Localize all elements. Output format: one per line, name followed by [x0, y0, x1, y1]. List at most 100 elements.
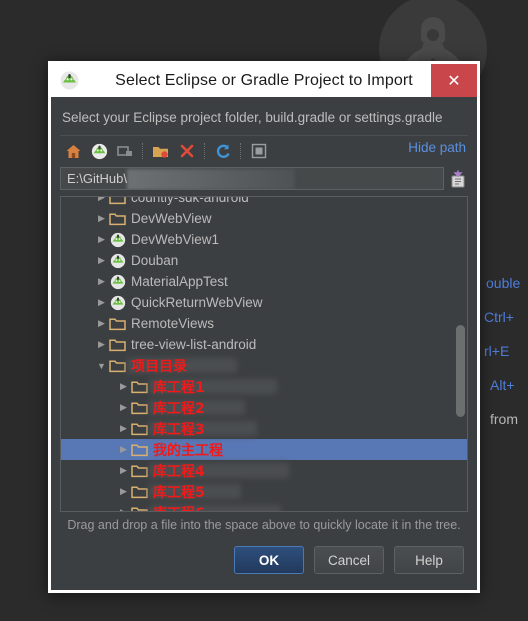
tree-row[interactable]: ▶ 库工程4: [61, 460, 467, 481]
tree-row-label: 库工程2: [153, 400, 205, 417]
tree-row[interactable]: ▶ 我的主工程: [61, 439, 467, 460]
home-icon[interactable]: [60, 139, 86, 163]
tree-row-label: 我的主工程: [153, 442, 223, 459]
background-tip: Alt+: [490, 377, 515, 393]
path-input-value: E:\GitHub\: [67, 171, 127, 186]
android-project-icon[interactable]: [86, 139, 112, 163]
tree-row-label: 库工程4: [153, 463, 205, 480]
tree-row-label: QuickReturnWebView: [131, 295, 263, 310]
dialog-subtitle: Select your Eclipse project folder, buil…: [62, 110, 443, 125]
tree-row-label: 库工程1: [153, 379, 205, 396]
toolbar-separator: [142, 143, 144, 159]
background-tip: Ctrl+: [484, 309, 514, 325]
tree-row[interactable]: ▶ Douban: [61, 250, 467, 271]
folder-icon: [130, 442, 149, 458]
tree-row[interactable]: ▼ 项目目录: [61, 355, 467, 376]
tree-row[interactable]: ▶ RemoteViews: [61, 313, 467, 334]
android-module-icon: [108, 253, 127, 269]
path-input[interactable]: E:\GitHub\: [60, 167, 444, 190]
tree-row[interactable]: ▶ QuickReturnWebView: [61, 292, 467, 313]
show-hidden-files-icon[interactable]: [246, 139, 272, 163]
chevron-right-icon[interactable]: ▶: [95, 213, 108, 224]
chevron-right-icon[interactable]: ▶: [117, 423, 130, 434]
tree-row[interactable]: ▶ 库工程3: [61, 418, 467, 439]
tree-row-label: 项目目录: [131, 358, 187, 375]
desktop-folder-icon[interactable]: [112, 139, 138, 163]
tree-row-label: DevWebView1: [131, 232, 220, 247]
folder-icon: [108, 316, 127, 332]
tree-rows: ▶ countly-sdk-android ▶ DevWebView ▶ DevWebVi…: [61, 196, 467, 512]
chevron-right-icon[interactable]: ▶: [117, 486, 130, 497]
folder-icon: [130, 379, 149, 395]
folder-icon: [130, 484, 149, 500]
ok-button[interactable]: OK: [234, 546, 304, 574]
android-studio-icon: [60, 71, 79, 90]
folder-icon: [130, 400, 149, 416]
chevron-down-icon[interactable]: ▼: [95, 361, 108, 371]
help-button[interactable]: Help: [394, 546, 464, 574]
tree-row-label: MaterialAppTest: [131, 274, 228, 289]
folder-icon: [108, 358, 127, 374]
chevron-right-icon[interactable]: ▶: [95, 276, 108, 287]
vertical-scrollbar[interactable]: [456, 197, 465, 511]
android-module-icon: [108, 295, 127, 311]
chevron-right-icon[interactable]: ▶: [95, 318, 108, 329]
folder-icon: [130, 505, 149, 511]
tree-row[interactable]: ▶ MaterialAppTest: [61, 271, 467, 292]
background-tip: from: [490, 411, 518, 427]
tree-row-label: 库工程3: [153, 421, 205, 438]
chevron-right-icon[interactable]: ▶: [117, 465, 130, 476]
hide-path-link[interactable]: Hide path: [408, 140, 466, 155]
delete-icon[interactable]: [174, 139, 200, 163]
tree-row[interactable]: ▶ countly-sdk-android: [61, 196, 467, 208]
chevron-right-icon[interactable]: ▶: [95, 255, 108, 266]
folder-icon: [130, 421, 149, 437]
tree-row[interactable]: ▶ 库工程6: [61, 502, 467, 512]
cancel-button[interactable]: Cancel: [314, 546, 384, 574]
tree-row-label: RemoteViews: [131, 316, 215, 331]
background-tip: ouble: [486, 275, 521, 291]
dialog-title: Select Eclipse or Gradle Project to Impo…: [115, 71, 413, 89]
chevron-right-icon[interactable]: ▶: [117, 507, 130, 511]
background-tip: rl+E: [484, 343, 510, 359]
tree-row[interactable]: ▶ DevWebView1: [61, 229, 467, 250]
chevron-right-icon[interactable]: ▶: [117, 381, 130, 392]
toolbar-separator: [240, 143, 242, 159]
refresh-icon[interactable]: [210, 139, 236, 163]
folder-icon: [108, 337, 127, 353]
dialog-button-row: OK Cancel Help: [60, 532, 468, 590]
chevron-right-icon[interactable]: ▶: [95, 297, 108, 308]
chevron-right-icon[interactable]: ▶: [95, 197, 108, 203]
tree-row-label: DevWebView: [131, 211, 212, 226]
path-redaction-blur: [127, 169, 295, 189]
android-module-icon: [108, 274, 127, 290]
folder-icon: [130, 463, 149, 479]
folder-icon: [108, 211, 127, 227]
tree-row[interactable]: ▶ tree-view-list-android: [61, 334, 467, 355]
chevron-right-icon[interactable]: ▶: [117, 402, 130, 413]
dialog-body: Select your Eclipse project folder, buil…: [51, 97, 477, 590]
tree-row-label: tree-view-list-android: [131, 337, 257, 352]
tree-row-label: 库工程5: [153, 484, 205, 501]
tree-row-label: Douban: [131, 253, 179, 268]
new-folder-icon[interactable]: [148, 139, 174, 163]
close-icon[interactable]: ✕: [431, 64, 477, 97]
path-row: E:\GitHub\: [60, 166, 468, 191]
file-chooser-toolbar: Hide path: [60, 135, 468, 166]
tree-row[interactable]: ▶ 库工程2: [61, 397, 467, 418]
chevron-right-icon[interactable]: ▶: [117, 444, 130, 455]
dialog-title-bar: Select Eclipse or Gradle Project to Impo…: [51, 64, 477, 97]
tree-row[interactable]: ▶ DevWebView: [61, 208, 467, 229]
tree-row[interactable]: ▶ 库工程5: [61, 481, 467, 502]
tree-row[interactable]: ▶ 库工程1: [61, 376, 467, 397]
toolbar-separator: [204, 143, 206, 159]
project-tree[interactable]: ▶ countly-sdk-android ▶ DevWebView ▶ DevWebVi…: [60, 196, 468, 512]
scrollbar-thumb[interactable]: [456, 325, 465, 417]
chevron-right-icon[interactable]: ▶: [95, 339, 108, 350]
tree-row-label: 库工程6: [149, 503, 205, 512]
import-project-dialog: Select Eclipse or Gradle Project to Impo…: [48, 61, 480, 593]
chevron-right-icon[interactable]: ▶: [95, 234, 108, 245]
tree-row-label: countly-sdk-android: [131, 196, 249, 205]
android-module-icon: [108, 232, 127, 248]
paste-from-clipboard-icon[interactable]: [448, 168, 468, 190]
